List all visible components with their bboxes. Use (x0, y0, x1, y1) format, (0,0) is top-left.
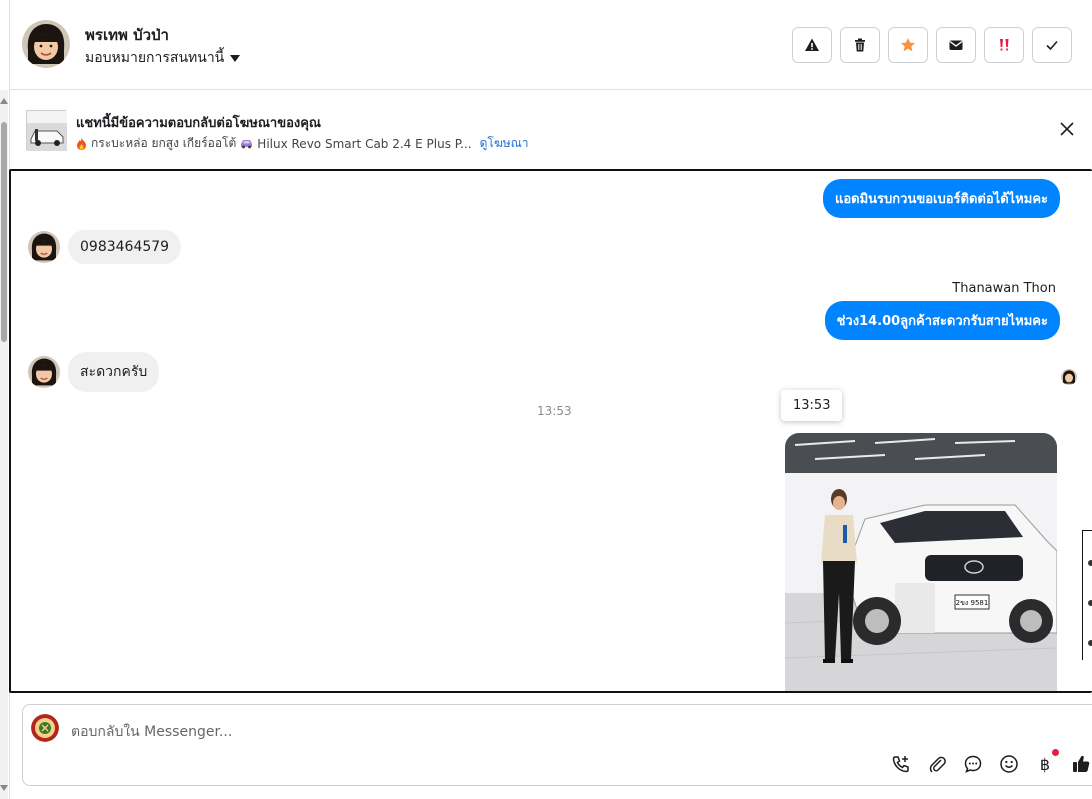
bullet-dot (1088, 640, 1092, 646)
ad-reply-banner: แชทนี้มีข้อความตอบกลับต่อโฆษณาของคุณ กระ… (10, 100, 1092, 160)
ad-banner-title: แชทนี้มีข้อความตอบกลับต่อโฆษณาของคุณ (76, 116, 321, 131)
payment-button[interactable]: ฿ (1034, 749, 1059, 775)
baht-icon: ฿ (1039, 754, 1051, 774)
priority-icon (1000, 39, 1009, 51)
left-scrollbar[interactable] (0, 90, 8, 799)
contact-name: พรเทพ บัวป่า (85, 26, 169, 44)
message-outgoing: แอดมินรบกวนขอเบอร์ติดต่อได้ไหมคะ (822, 179, 1060, 218)
header-actions (792, 27, 1072, 63)
caret-down-icon (230, 54, 241, 62)
paperclip-icon (929, 756, 946, 773)
message-bubble[interactable]: สะดวกครับ (68, 352, 160, 392)
done-button[interactable] (1032, 27, 1072, 63)
emoji-icon (1000, 755, 1018, 773)
scroll-up-arrow[interactable] (0, 98, 8, 104)
contact-avatar-small[interactable] (28, 356, 60, 388)
attach-button[interactable] (926, 753, 948, 775)
warning-icon (805, 38, 819, 51)
bullet-dot (1088, 560, 1092, 566)
message-bubble[interactable]: ช่วง14.00ลูกค้าสะดวกรับสายไหมคะ (824, 301, 1060, 340)
ad-car-name: Hilux Revo Smart Cab 2.4 E Plus P... (257, 136, 472, 151)
message-bubble[interactable]: แอดมินรบกวนขอเบอร์ติดต่อได้ไหมคะ (822, 179, 1060, 218)
assign-label: มอบหมายการสนทนานี้ (85, 50, 225, 66)
message-incoming: 0983464579 (28, 230, 182, 264)
conversation-header: พรเทพ บัวป่า มอบหมายการสนทนานี้ (10, 0, 1092, 90)
scroll-down-arrow[interactable] (0, 785, 8, 791)
fire-icon (77, 137, 86, 150)
view-ad-link[interactable]: ดูโฆษณา (480, 134, 529, 153)
star-button[interactable] (888, 27, 928, 63)
close-icon[interactable] (1058, 120, 1076, 138)
reply-composer: ตอบกลับใน Messenger... ฿ (22, 704, 1092, 786)
seen-receipt-avatar (1061, 369, 1077, 385)
message-bubble[interactable]: 0983464579 (68, 230, 182, 264)
license-plate-text: 2ขง 9581 (956, 599, 989, 607)
car-icon (241, 140, 253, 149)
composer-toolbar: ฿ (890, 749, 1092, 775)
trash-icon (855, 38, 865, 52)
timestamp-tooltip: 13:53 (781, 390, 843, 421)
message-outgoing: ช่วง14.00ลูกค้าสะดวกรับสายไหมคะ (824, 301, 1060, 340)
follow-up-button[interactable] (984, 27, 1024, 63)
like-button[interactable] (1070, 753, 1092, 775)
bullet-dot (1088, 600, 1092, 606)
check-icon (1046, 40, 1058, 51)
envelope-icon (949, 40, 963, 50)
sender-name: Thanawan Thon (952, 281, 1056, 296)
call-add-button[interactable] (890, 753, 912, 775)
notification-dot (1052, 749, 1059, 756)
ad-banner-subtitle: กระบะหล่อ ยกสูง เกียร์ออโต้ Hilux Revo S… (76, 134, 529, 153)
page-avatar (31, 714, 59, 742)
contact-avatar[interactable] (22, 20, 70, 68)
ad-subtitle-text: กระบะหล่อ ยกสูง เกียร์ออโต้ (91, 136, 237, 150)
reply-input[interactable]: ตอบกลับใน Messenger... (71, 721, 232, 743)
message-incoming: สะดวกครับ (28, 352, 160, 392)
delete-button[interactable] (840, 27, 880, 63)
saved-replies-button[interactable] (962, 753, 984, 775)
emoji-button[interactable] (998, 753, 1020, 775)
chat-bubble-icon (964, 755, 982, 773)
attached-photo[interactable]: 2ขง 9581 (785, 433, 1057, 691)
mark-unread-button[interactable] (936, 27, 976, 63)
call-add-icon (892, 756, 909, 773)
message-thread[interactable]: แอดมินรบกวนขอเบอร์ติดต่อได้ไหมคะ 0983464… (9, 169, 1092, 693)
thumbs-up-icon (1073, 755, 1090, 772)
star-icon (901, 38, 915, 52)
contact-avatar-small[interactable] (28, 231, 60, 263)
report-button[interactable] (792, 27, 832, 63)
scrollbar-thumb[interactable] (1, 122, 7, 342)
time-divider: 13:53 (537, 404, 572, 418)
assign-conversation-dropdown[interactable]: มอบหมายการสนทนานี้ (85, 47, 241, 69)
ad-thumbnail[interactable] (26, 110, 67, 151)
